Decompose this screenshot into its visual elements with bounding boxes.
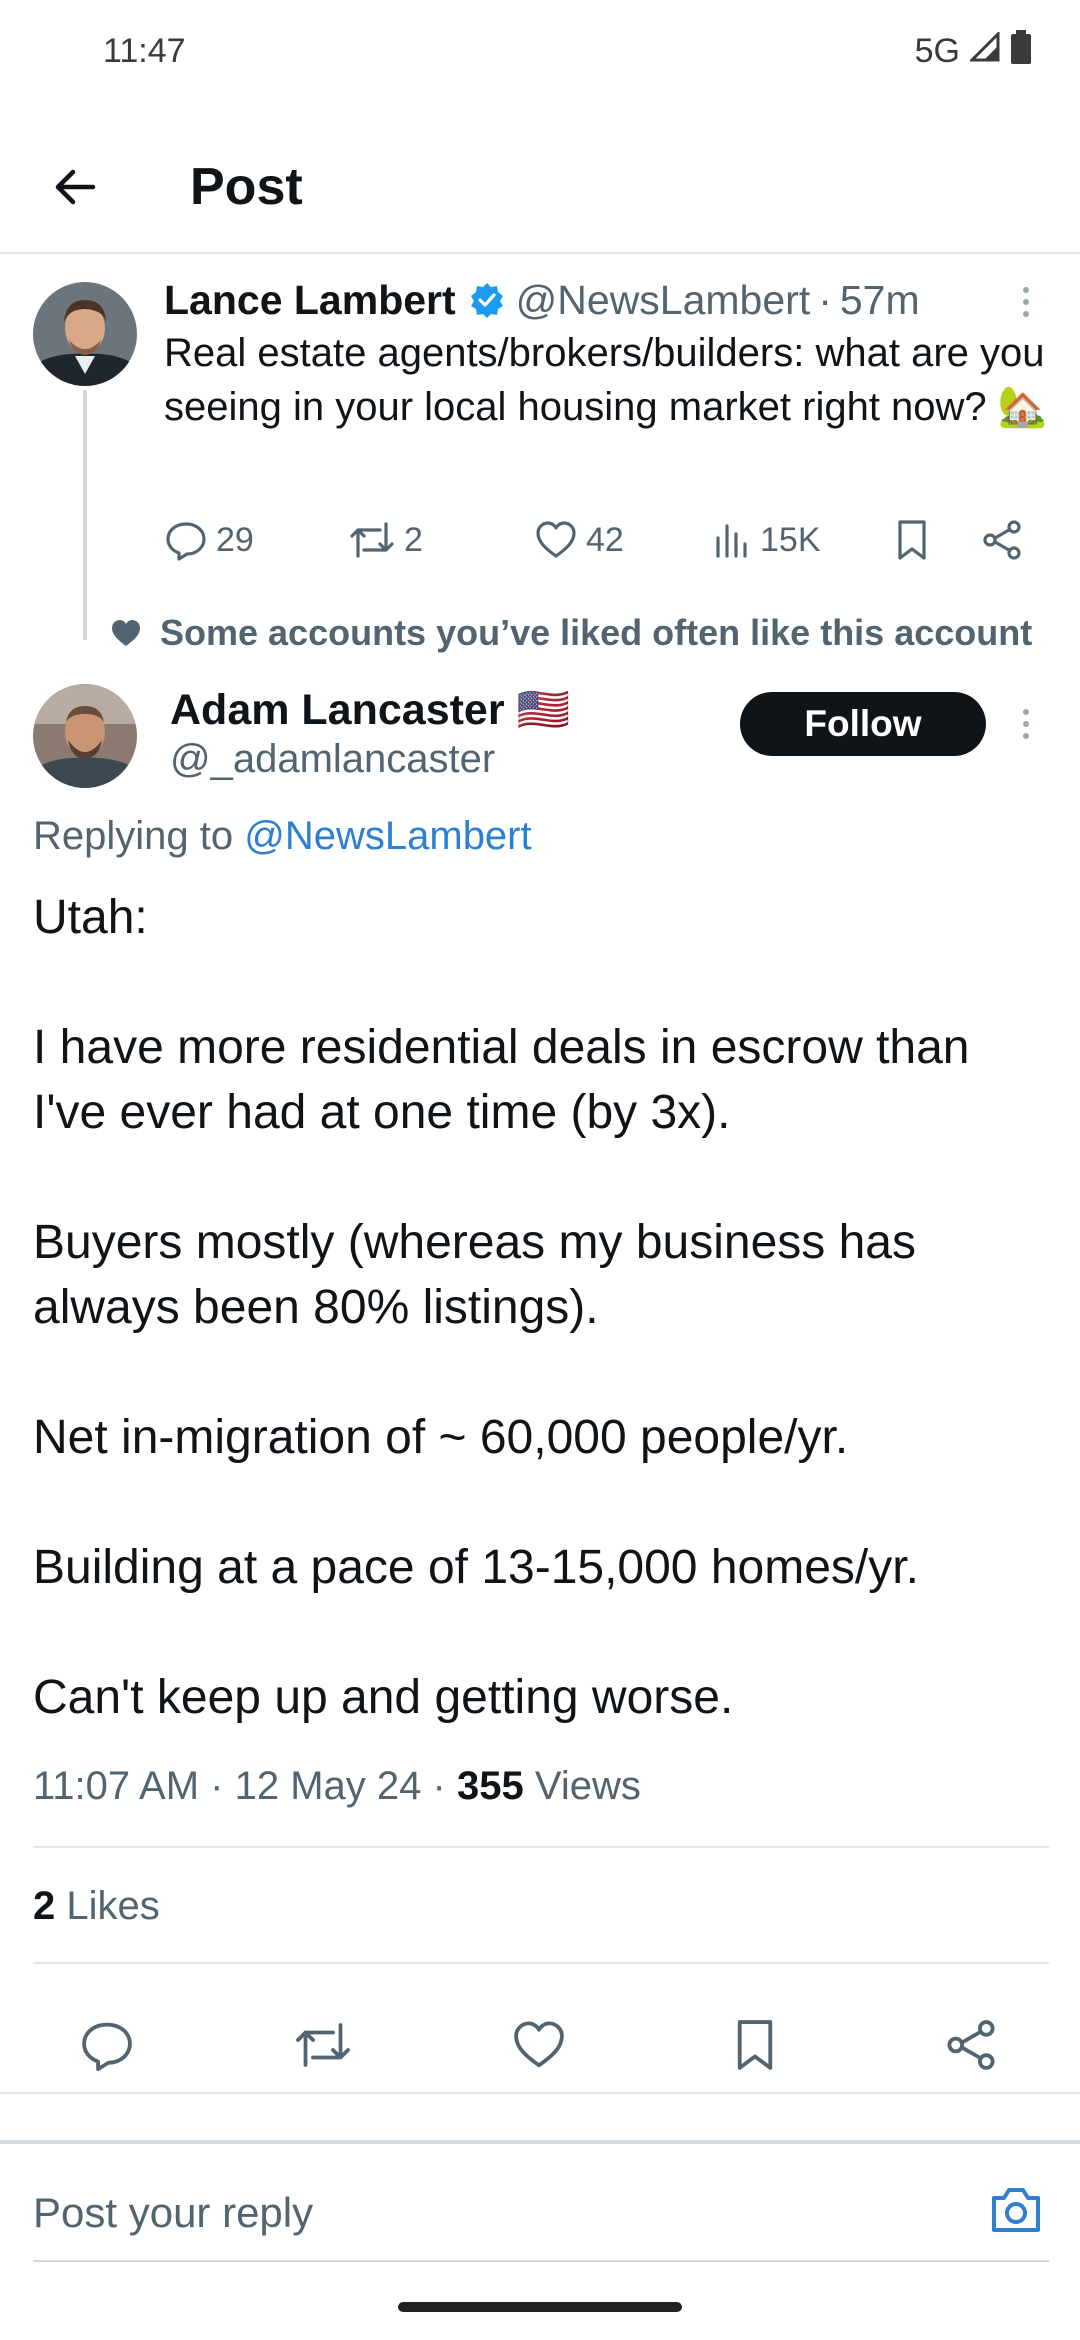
paragraph: Net in-migration of ~ 60,000 people/yr.	[33, 1411, 849, 1464]
dot-separator: ·	[432, 1764, 446, 1808]
bar-chart-icon	[716, 524, 747, 558]
share-button[interactable]	[938, 2012, 1004, 2078]
status-time: 11:47	[103, 32, 186, 70]
repost-icon	[350, 522, 394, 558]
thread-line	[83, 390, 87, 640]
paragraph: Can't keep up and getting worse.	[33, 1671, 734, 1724]
author-handle[interactable]: @NewsLambert	[516, 272, 811, 328]
share-button[interactable]	[980, 510, 1024, 570]
reply-input[interactable]	[33, 2185, 933, 2241]
reply-author-name-row: Adam Lancaster 🇺🇸	[170, 680, 570, 740]
reply-author-name[interactable]: Adam Lancaster	[170, 680, 505, 740]
like-button[interactable]: 42	[534, 510, 624, 570]
bookmark-button[interactable]	[892, 510, 932, 570]
parent-post-text: Real estate agents/brokers/builders: wha…	[164, 331, 1048, 429]
heart-icon	[536, 521, 576, 558]
follow-button[interactable]: Follow	[740, 692, 986, 756]
author-name[interactable]: Lance Lambert	[164, 272, 456, 328]
verified-badge-icon	[468, 281, 506, 319]
paragraph: I have more residential deals in escrow …	[33, 1021, 970, 1139]
replying-to: Replying to @NewsLambert	[33, 808, 532, 864]
like-count: 42	[586, 520, 624, 559]
back-button[interactable]	[40, 152, 110, 222]
heart-icon	[514, 2021, 564, 2068]
likes-summary[interactable]: 2 Likes	[33, 1878, 160, 1934]
post-metadata: 11:07 AM · 12 May 24 · 355 Views	[33, 1758, 641, 1814]
repost-count: 2	[404, 520, 423, 559]
social-context: Some accounts you’ve liked often like th…	[110, 612, 1032, 654]
reply-post-actions	[0, 2000, 1080, 2090]
parent-post-header: Lance Lambert @NewsLambert · 57m	[164, 272, 920, 328]
battery-icon	[1010, 30, 1032, 73]
app-bar: Post	[0, 120, 1080, 254]
likes-label: Likes	[66, 1884, 160, 1928]
avatar-lance-lambert[interactable]	[33, 282, 137, 386]
post-age: 57m	[839, 277, 920, 323]
avatar-adam-lancaster[interactable]	[33, 684, 137, 788]
reply-button[interactable]	[74, 2012, 140, 2078]
dot	[1023, 311, 1029, 317]
reply-more-button[interactable]	[1006, 694, 1046, 754]
divider	[33, 1962, 1049, 1964]
home-gesture-bar[interactable]	[398, 2302, 682, 2312]
composer-top-border	[0, 2140, 1080, 2144]
paragraph	[33, 1600, 1043, 1665]
divider	[33, 1846, 1049, 1848]
views-count: 355	[456, 1764, 524, 1808]
heart-icon	[112, 620, 140, 646]
post-date: 12 May 24	[234, 1764, 422, 1808]
us-flag-emoji: 🇺🇸	[516, 686, 571, 734]
reply-author-handle[interactable]: @_adamlancaster	[170, 732, 495, 786]
views-button[interactable]: 15K	[712, 510, 821, 570]
camera-button[interactable]	[988, 2184, 1048, 2240]
parent-more-button[interactable]	[1006, 272, 1046, 332]
dot	[1023, 287, 1029, 293]
reply-button[interactable]: 29	[164, 510, 254, 570]
reply-post-text: Utah: I have more residential deals in e…	[33, 885, 1043, 1730]
reply-count: 29	[216, 520, 254, 559]
bookmark-button[interactable]	[722, 2012, 788, 2078]
repost-button[interactable]: 2	[348, 510, 423, 570]
reply-icon	[82, 2022, 132, 2072]
dot	[1023, 721, 1029, 727]
paragraph	[33, 1145, 1043, 1210]
social-context-text: Some accounts you’ve liked often like th…	[160, 612, 1033, 653]
paragraph	[33, 950, 1043, 1015]
paragraph: Buyers mostly (whereas my business has a…	[33, 1216, 916, 1334]
status-bar: 11:47 5G	[0, 0, 1080, 100]
dot-separator: ·	[818, 277, 832, 323]
paragraph	[33, 1340, 1043, 1405]
replying-to-link[interactable]: @NewsLambert	[244, 814, 531, 858]
bookmark-icon	[898, 520, 926, 560]
network-type: 5G	[914, 32, 960, 70]
camera-icon	[992, 2188, 1040, 2232]
dot	[1023, 299, 1029, 305]
status-icons: 5G	[915, 30, 1032, 73]
share-icon	[983, 520, 1021, 560]
paragraph	[33, 1470, 1043, 1535]
repost-button[interactable]	[290, 2012, 356, 2078]
dot	[1023, 709, 1029, 715]
page-title: Post	[190, 158, 303, 216]
dot	[1023, 733, 1029, 739]
like-button[interactable]	[506, 2012, 572, 2078]
repost-icon	[296, 2023, 350, 2067]
composer-underline	[33, 2260, 1049, 2262]
views-label: Views	[534, 1764, 641, 1808]
paragraph: Building at a pace of 13-15,000 homes/yr…	[33, 1541, 919, 1594]
likes-count: 2	[33, 1884, 56, 1928]
arrow-left-icon	[55, 169, 96, 205]
replying-prefix: Replying to	[33, 814, 234, 858]
signal-icon	[968, 30, 1000, 71]
paragraph: Utah:	[33, 891, 148, 944]
post-time: 11:07 AM	[33, 1764, 200, 1808]
divider	[0, 2092, 1080, 2094]
bookmark-icon	[737, 2020, 773, 2070]
view-count: 15K	[760, 520, 821, 559]
parent-post-actions: 29 2 42 15K	[164, 510, 1044, 570]
dot-separator: ·	[210, 1764, 224, 1808]
reply-icon	[166, 522, 206, 561]
share-icon	[947, 2020, 995, 2070]
